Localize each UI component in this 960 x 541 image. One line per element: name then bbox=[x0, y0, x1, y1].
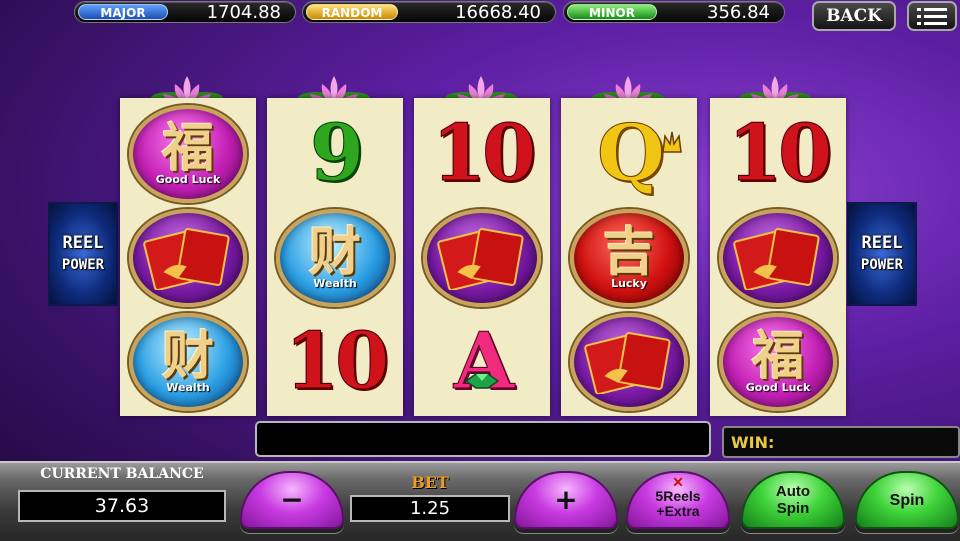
reel-power-line1: REEL bbox=[861, 233, 903, 253]
ten-card: 10 bbox=[431, 108, 537, 199]
reel-power-line2: POWER bbox=[860, 257, 904, 273]
symbol-wealth: 财 Wealth bbox=[120, 310, 256, 414]
red-envelope-icon bbox=[437, 228, 524, 290]
reels-extra-button[interactable]: ✕ 5Reels +Extra bbox=[626, 471, 730, 529]
win-label: WIN: bbox=[731, 433, 775, 452]
jackpot-value: 1704.88 bbox=[206, 2, 281, 23]
symbol-lucky: 吉 Lucky bbox=[561, 206, 697, 310]
reel-4: Q 吉 Lucky bbox=[561, 98, 697, 416]
menu-icon bbox=[917, 8, 947, 25]
bet-label: BET bbox=[411, 473, 449, 492]
jackpot-minor: MINOR 356.84 bbox=[563, 1, 785, 23]
minus-icon: − bbox=[280, 483, 304, 516]
queen-card: Q bbox=[597, 108, 666, 199]
jackpot-major: MAJOR 1704.88 bbox=[74, 1, 296, 23]
jackpot-value: 356.84 bbox=[707, 2, 770, 23]
ten-card: 10 bbox=[284, 316, 390, 407]
symbol-good-luck: 福 Good Luck bbox=[120, 102, 256, 206]
crown-icon bbox=[662, 131, 682, 153]
jackpot-random: RANDOM 16668.40 bbox=[302, 1, 556, 23]
jackpot-label: MINOR bbox=[567, 4, 657, 20]
menu-button[interactable] bbox=[907, 1, 957, 31]
control-panel: CURRENT BALANCE 37.63 − BET 1.25 + ✕ 5Re… bbox=[0, 461, 960, 541]
nine-card: 9 bbox=[309, 108, 364, 199]
good-luck-caption: Good Luck bbox=[745, 380, 811, 394]
wealth-caption: Wealth bbox=[166, 380, 210, 394]
wealth-caption: Wealth bbox=[313, 276, 357, 290]
wealth-glyph: 财 bbox=[161, 325, 214, 387]
symbol-ten: 10 bbox=[267, 310, 403, 414]
jackpot-label: RANDOM bbox=[306, 4, 398, 20]
ten-card: 10 bbox=[727, 108, 833, 199]
wealth-glyph: 财 bbox=[308, 221, 361, 283]
red-envelope-icon bbox=[143, 228, 230, 290]
auto-spin-label: Auto Spin bbox=[775, 483, 811, 517]
symbol-ten: 10 bbox=[414, 102, 550, 206]
bet-minus-button[interactable]: − bbox=[240, 471, 344, 529]
bet-plus-button[interactable]: + bbox=[514, 471, 618, 529]
reel-3: 10 A bbox=[414, 98, 550, 416]
symbol-red-envelopes bbox=[561, 310, 697, 414]
reel-power-badge-left: REEL POWER bbox=[48, 202, 118, 306]
reel-power-line1: REEL bbox=[62, 233, 104, 253]
win-display: WIN: bbox=[722, 426, 960, 458]
good-luck-caption: Good Luck bbox=[155, 172, 221, 186]
spin-button[interactable]: Spin bbox=[855, 471, 959, 529]
gem-icon bbox=[464, 373, 500, 389]
reel-2: 9 财 Wealth 10 bbox=[267, 98, 403, 416]
spin-label: Spin bbox=[889, 491, 925, 509]
symbol-ace: A bbox=[414, 310, 550, 414]
balance-label: CURRENT BALANCE bbox=[40, 466, 204, 482]
symbol-wealth: 财 Wealth bbox=[267, 206, 403, 310]
good-luck-glyph: 福 bbox=[161, 117, 214, 179]
auto-spin-button[interactable]: Auto Spin bbox=[741, 471, 845, 529]
reel-5: 10 福 Good Luck bbox=[710, 98, 846, 416]
reels-extra-label: 5Reels +Extra bbox=[655, 488, 701, 519]
symbol-red-envelopes bbox=[414, 206, 550, 310]
symbol-red-envelopes bbox=[120, 206, 256, 310]
lucky-glyph: 吉 bbox=[602, 221, 655, 283]
jackpot-value: 16668.40 bbox=[455, 2, 541, 23]
message-bar bbox=[255, 421, 711, 457]
back-button[interactable]: BACK bbox=[812, 1, 896, 31]
close-icon: ✕ bbox=[672, 474, 684, 490]
bet-value: 1.25 bbox=[350, 495, 510, 522]
symbol-queen: Q bbox=[561, 102, 697, 206]
balance-value: 37.63 bbox=[18, 490, 226, 522]
symbol-ten: 10 bbox=[710, 102, 846, 206]
symbol-good-luck: 福 Good Luck bbox=[710, 310, 846, 414]
good-luck-glyph: 福 bbox=[751, 325, 804, 387]
red-envelope-icon bbox=[733, 228, 820, 290]
reel-power-line2: POWER bbox=[61, 257, 105, 273]
symbol-red-envelopes bbox=[710, 206, 846, 310]
symbol-nine: 9 bbox=[267, 102, 403, 206]
lucky-caption: Lucky bbox=[611, 276, 647, 290]
jackpot-label: MAJOR bbox=[78, 4, 168, 20]
plus-icon: + bbox=[554, 483, 578, 516]
reel-power-badge-right: REEL POWER bbox=[847, 202, 917, 306]
red-envelope-icon bbox=[584, 332, 671, 394]
reel-1: 福 Good Luck 财 Wealth bbox=[120, 98, 256, 416]
